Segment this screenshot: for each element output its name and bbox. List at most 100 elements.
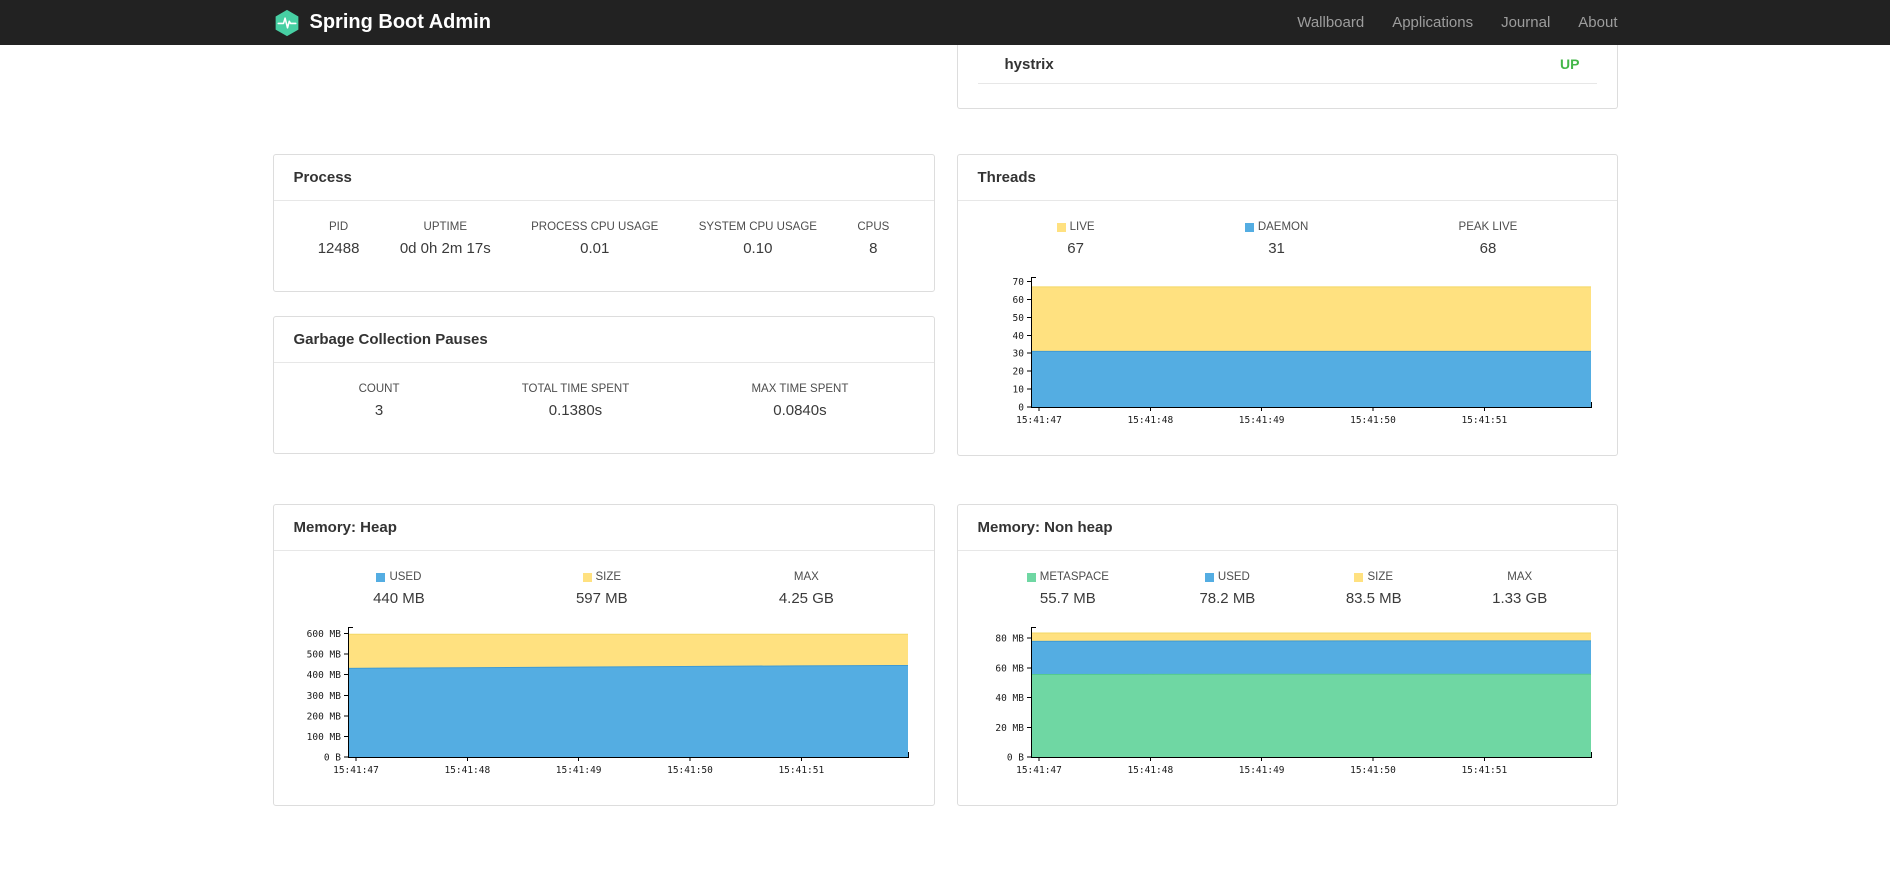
svg-text:40 MB: 40 MB (995, 693, 1024, 704)
svg-text:15:41:50: 15:41:50 (1350, 415, 1396, 426)
legend-swatch (582, 572, 592, 582)
metric-label: TOTAL TIME SPENT (521, 383, 630, 395)
metric-label: SYSTEM CPU USAGE (698, 221, 817, 233)
heap-metrics: USED 440 MB SIZE 597 MB MAX 4.25 GB (274, 551, 934, 607)
legend-swatch (1056, 222, 1066, 232)
svg-text:15:41:51: 15:41:51 (778, 765, 824, 776)
brand-link[interactable]: Spring Boot Admin (273, 9, 491, 37)
svg-text:30: 30 (1013, 349, 1025, 360)
nav-link-about[interactable]: About (1564, 0, 1617, 45)
gc-metrics: COUNT 3 TOTAL TIME SPENT 0.1380s MAX TIM… (274, 363, 934, 453)
dashboard-main: hystrix UP Process PID 12488 UPTIME 0d 0… (272, 45, 1618, 806)
svg-text:70: 70 (1013, 277, 1025, 288)
svg-text:500 MB: 500 MB (306, 650, 341, 661)
heap-memory-chart: 0 B 100 MB 200 MB 300 MB 400 MB 500 MB 600 MB 1… (306, 627, 909, 776)
nav-link-applications[interactable]: Applications (1378, 0, 1487, 45)
svg-text:15:41:47: 15:41:47 (333, 765, 379, 776)
process-panel: Process PID 12488 UPTIME 0d 0h 2m 17s PR… (272, 154, 935, 292)
svg-text:600 MB: 600 MB (306, 629, 341, 640)
metric-used: USED 78.2 MB (1199, 571, 1255, 607)
metric-pid: PID 12488 (318, 221, 360, 257)
panel-title: Threads (957, 155, 1617, 201)
process-metrics: PID 12488 UPTIME 0d 0h 2m 17s PROCESS CP… (274, 201, 934, 291)
metric-value: 597 MB (575, 590, 628, 607)
panel-title: Garbage Collection Pauses (273, 317, 934, 363)
brand-title: Spring Boot Admin (309, 11, 491, 33)
metric-peak-live: PEAK LIVE 68 (1459, 221, 1518, 257)
svg-text:15:41:48: 15:41:48 (1127, 765, 1173, 776)
metric-label-text: MAX (1507, 571, 1533, 583)
metric-value: 68 (1479, 240, 1497, 257)
svg-text:400 MB: 400 MB (306, 670, 341, 681)
heap-memory-panel: Memory: Heap USED 440 MB SIZE 597 MB MAX… (272, 504, 935, 806)
row-memory: Memory: Heap USED 440 MB SIZE 597 MB MAX… (272, 504, 1618, 806)
svg-text:15:41:50: 15:41:50 (667, 765, 713, 776)
svg-text:300 MB: 300 MB (306, 691, 341, 702)
row-process-threads: Process PID 12488 UPTIME 0d 0h 2m 17s PR… (272, 154, 1618, 456)
metric-label-text: PEAK LIVE (1458, 221, 1518, 233)
svg-text:0 B: 0 B (1007, 753, 1024, 764)
nav-link-journal[interactable]: Journal (1487, 0, 1564, 45)
panel-title: Memory: Heap (273, 505, 934, 551)
svg-text:100 MB: 100 MB (306, 732, 341, 743)
metric-label-text: SIZE (595, 571, 622, 583)
metric-value: 55.7 MB (1039, 590, 1096, 607)
legend-swatch (1244, 222, 1254, 232)
svg-text:15:41:49: 15:41:49 (1239, 415, 1285, 426)
panel-title: Memory: Non heap (957, 505, 1617, 551)
metric-label: CPUS (857, 221, 890, 233)
svg-text:60 MB: 60 MB (995, 663, 1024, 674)
metric-label: MAX TIME SPENT (751, 383, 849, 395)
metric-label: UPTIME (423, 221, 467, 233)
health-panel: hystrix UP (956, 45, 1618, 109)
metric-label-text: USED (389, 571, 422, 583)
nav-link-wallboard[interactable]: Wallboard (1283, 0, 1378, 45)
legend-swatch (1354, 572, 1364, 582)
metric-count: COUNT 3 (359, 383, 400, 419)
svg-text:15:41:48: 15:41:48 (444, 765, 490, 776)
metric-value: 0.01 (580, 240, 610, 257)
metric-label: PID (328, 221, 349, 233)
svg-text:40: 40 (1013, 331, 1025, 342)
svg-text:15:41:51: 15:41:51 (1461, 765, 1507, 776)
svg-text:15:41:49: 15:41:49 (555, 765, 601, 776)
metric-label-text: USED (1217, 571, 1250, 583)
metric-metaspace: METASPACE 55.7 MB (1026, 571, 1109, 607)
metric-label: PEAK LIVE (1459, 221, 1518, 233)
nonheap-metrics: METASPACE 55.7 MB USED 78.2 MB SIZE 83.5… (958, 551, 1617, 607)
metric-value: 31 (1268, 240, 1285, 257)
health-row-hystrix: hystrix UP (977, 45, 1597, 84)
legend-swatch (376, 572, 386, 582)
threads-metrics: LIVE 67 DAEMON 31 PEAK LIVE 68 (958, 201, 1617, 257)
metric-value: 3 (374, 402, 384, 419)
metric-value: 0d 0h 2m 17s (399, 240, 491, 257)
metric-value: 67 (1067, 240, 1084, 257)
metric-label-text: SIZE (1367, 571, 1394, 583)
nonheap-memory-panel: Memory: Non heap METASPACE 55.7 MB USED … (956, 504, 1618, 806)
svg-text:10: 10 (1013, 385, 1025, 396)
metric-live: LIVE 67 (1056, 221, 1095, 257)
metric-label: METASPACE (1026, 571, 1109, 583)
metric-size: SIZE 597 MB (576, 571, 628, 607)
metric-max: MAX 4.25 GB (779, 571, 834, 607)
metric-value: 8 (869, 240, 878, 257)
navbar-container: Spring Boot Admin Wallboard Applications… (273, 0, 1618, 45)
metric-label: DAEMON (1244, 221, 1308, 233)
metric-process-cpu-usage: PROCESS CPU USAGE 0.01 (531, 221, 658, 257)
nonheap-memory-chart: 0 B 20 MB 40 MB 60 MB 80 MB 15:41:47 15:41:48 1… (995, 627, 1592, 776)
svg-text:200 MB: 200 MB (306, 711, 341, 722)
metric-max-time-spent: MAX TIME SPENT 0.0840s (751, 383, 848, 419)
metric-label: LIVE (1056, 221, 1095, 233)
metric-value: 4.25 GB (778, 590, 834, 607)
metric-value: 1.33 GB (1492, 590, 1548, 607)
svg-text:15:41:51: 15:41:51 (1461, 415, 1507, 426)
svg-text:15:41:49: 15:41:49 (1239, 765, 1285, 776)
svg-text:0 B: 0 B (323, 753, 340, 764)
health-indicator-name: hystrix (1004, 55, 1054, 73)
nav-links: Wallboard Applications Journal About (1283, 0, 1617, 45)
svg-text:15:41:48: 15:41:48 (1127, 415, 1173, 426)
metric-label: MAX (779, 571, 834, 583)
svg-text:20: 20 (1013, 367, 1025, 378)
metric-label: SIZE (1346, 571, 1402, 583)
metric-daemon: DAEMON 31 (1244, 221, 1308, 257)
